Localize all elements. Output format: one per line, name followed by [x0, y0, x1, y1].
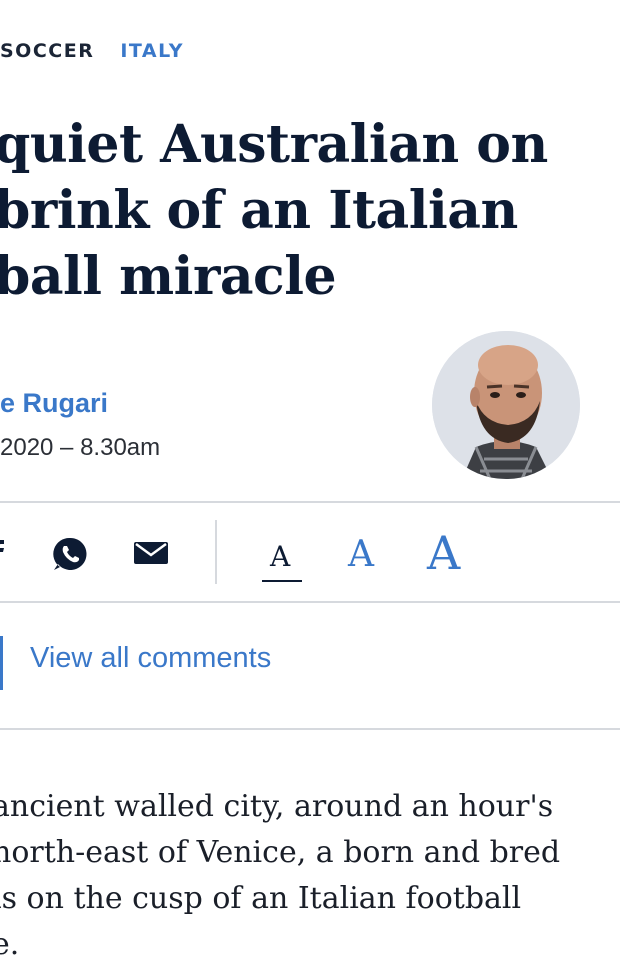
body-line: is on the cusp of an Italian football: [0, 881, 522, 916]
breadcrumb: SOCCER ITALY: [0, 40, 184, 62]
facebook-icon[interactable]: [0, 540, 10, 566]
publish-date: 2020 – 8.30am: [0, 434, 161, 461]
breadcrumb-subsection-link[interactable]: ITALY: [120, 40, 184, 62]
page-title: quiet Australian on brink of an Italian …: [0, 112, 548, 310]
divider: [0, 501, 620, 503]
author-avatar: [432, 331, 580, 479]
comments-accent-bar: [0, 636, 3, 690]
divider: [0, 728, 620, 730]
view-comments-link[interactable]: View all comments: [30, 642, 271, 675]
divider: [0, 601, 620, 603]
author-link[interactable]: e Rugari: [0, 388, 108, 419]
body-line: e.: [0, 927, 20, 962]
selected-font-underline: [262, 580, 302, 582]
breadcrumb-section-link[interactable]: SOCCER: [0, 40, 94, 62]
whatsapp-icon[interactable]: [52, 536, 88, 572]
font-size-small-button[interactable]: A: [270, 540, 290, 573]
body-line: north-east of Venice, a born and bred: [0, 835, 561, 870]
headline-line: ball miracle: [0, 246, 337, 307]
share-toolbar: A A A: [0, 504, 620, 602]
font-size-large-button[interactable]: A: [427, 526, 460, 580]
font-size-medium-button[interactable]: A: [348, 534, 374, 575]
article-body: ancient walled city, around an hour's no…: [0, 784, 620, 968]
comments-section: View all comments: [0, 604, 620, 728]
toolbar-divider: [215, 520, 217, 584]
headline-line: brink of an Italian: [0, 180, 518, 241]
email-icon[interactable]: [134, 542, 168, 564]
headline-line: quiet Australian on: [0, 114, 548, 175]
body-line: ancient walled city, around an hour's: [0, 789, 554, 824]
